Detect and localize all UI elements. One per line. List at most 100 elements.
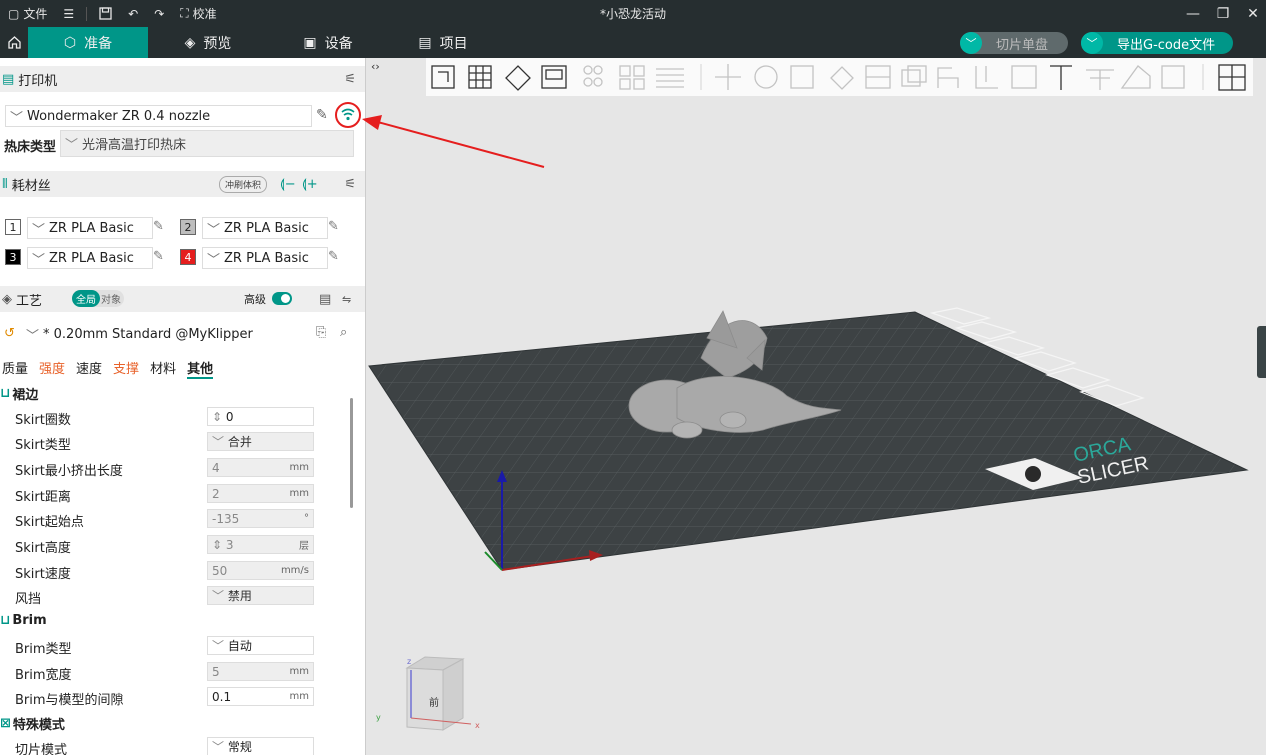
wifi-connect-icon[interactable] (334, 101, 362, 129)
svg-text:x: x (475, 721, 480, 730)
flush-volume-button[interactable]: 冲刷体积 (219, 176, 268, 193)
tab-process-4[interactable]: 材料 (150, 358, 176, 379)
tab-preview[interactable]: ◈ 预览 (148, 27, 268, 58)
brim-group-header: ⊔ Brim (0, 613, 47, 628)
skirt-min-extrude-input[interactable]: 4 mm (207, 458, 314, 477)
chevron-down-icon: ﹀ (207, 252, 221, 268)
restore-icon[interactable]: ❐ (1216, 6, 1230, 22)
draft-shield-select[interactable]: ﹀ 禁用 (207, 586, 314, 605)
tab-process-5[interactable]: 其他 (187, 358, 214, 379)
tab-prepare[interactable]: ⬡ 准备 (28, 27, 148, 58)
filament-color-swatch[interactable]: 3 (5, 249, 21, 265)
tab-process-3[interactable]: 支撑 (113, 358, 139, 379)
filament-section-header: ⦀ 耗材丝 冲刷体积 ⟬− ⟬+ ⚟ (0, 171, 365, 197)
edit-icon[interactable]: ✎ (328, 249, 339, 264)
filament-color-swatch[interactable]: 2 (180, 219, 196, 235)
tab-process-1[interactable]: 强度 (39, 358, 65, 379)
skirt-type-select[interactable]: ﹀ 合并 (207, 432, 314, 451)
chevron-down-icon: ﹀ (10, 110, 24, 126)
chevron-down-icon: ﹀ (65, 138, 79, 153)
skirt-height-input[interactable]: ⇕ 3层 (207, 535, 314, 554)
search-icon[interactable]: ⌕ (340, 325, 347, 340)
bed-type-select[interactable]: ﹀ 光滑高温打印热床 (60, 130, 354, 157)
reset-icon[interactable]: ↺ (4, 326, 15, 341)
menu-icon[interactable]: ☰ (55, 7, 82, 21)
slice-plate-button[interactable]: ﹀ 切片单盘 (960, 32, 1068, 54)
undo-icon[interactable]: ↶ (120, 7, 146, 21)
tab-project[interactable]: ▤ 项目 (388, 27, 498, 58)
skirt-start-input[interactable]: -135 ° (207, 509, 314, 528)
chevron-down-icon: ﹀ (1081, 32, 1103, 54)
file-menu[interactable]: ▢ 文件 (0, 5, 55, 22)
list-icon[interactable]: ▤ (319, 292, 331, 307)
svg-text:前: 前 (429, 696, 439, 709)
filament-select[interactable]: ﹀ ZR PLA Basic (27, 247, 153, 269)
filament-icon: ⦀ (2, 176, 8, 192)
process-section-header: ◈ 工艺 全局 对象 高级 ▤ ⇋ (0, 286, 365, 312)
layers-icon: ◈ (184, 34, 196, 51)
settings-sliders-icon[interactable]: ⚟ (344, 177, 356, 192)
chevron-down-icon: ﹀ (32, 222, 46, 238)
title-bar: ▢ 文件 ☰ ↶ ↷ ⛶ 校准 *小恐龙活动 — ❐ ✕ (0, 0, 1266, 27)
slice-mode-select[interactable]: ﹀ 常规 (207, 737, 314, 755)
global-object-toggle[interactable]: 全局 对象 (72, 290, 124, 307)
printer-icon: ▤ (2, 71, 15, 87)
calibrate-menu[interactable]: ⛶ 校准 (172, 5, 224, 22)
filament-select[interactable]: ﹀ ZR PLA Basic (202, 247, 328, 269)
filament-select[interactable]: ﹀ ZR PLA Basic (202, 217, 328, 239)
brim-gap-input[interactable]: 0.1 mm (207, 687, 314, 706)
printer-select[interactable]: ﹀ Wondermaker ZR 0.4 nozzle (5, 105, 312, 127)
filament-color-swatch[interactable]: 4 (180, 249, 196, 265)
skirt-group-header: ⊔ 裙边 (0, 386, 39, 403)
brim-type-select[interactable]: ﹀ 自动 (207, 636, 314, 655)
compare-icon[interactable]: ⇋ (342, 293, 351, 306)
scrollbar[interactable] (350, 398, 353, 508)
tab-process-0[interactable]: 质量 (2, 358, 28, 379)
filament-color-swatch[interactable]: 1 (5, 219, 21, 235)
view-cube[interactable]: 前 z x y (376, 656, 480, 731)
skirt-icon: ⊔ (0, 386, 11, 401)
calibrate-icon: ⛶ (180, 6, 189, 20)
save-icon[interactable] (91, 7, 120, 20)
file-icon: ▢ (8, 6, 20, 21)
filament-select[interactable]: ﹀ ZR PLA Basic (27, 217, 153, 239)
bed-type-label: 热床类型 (4, 140, 57, 155)
save-preset-icon[interactable]: ⎘ (316, 325, 326, 340)
minimize-icon[interactable]: — (1186, 6, 1200, 22)
chevron-down-icon: ﹀ (32, 252, 46, 268)
skirt-distance-input[interactable]: 2 mm (207, 484, 314, 503)
layer-slider-handle[interactable] (1257, 326, 1266, 378)
edit-icon[interactable]: ✎ (328, 219, 339, 234)
chevron-down-icon: ﹀ (207, 222, 221, 238)
special-mode-icon: ⊠ (0, 716, 11, 731)
process-preset-select[interactable]: ﹀ * 0.20mm Standard @MyKlipper (22, 323, 312, 345)
edit-icon[interactable]: ✎ (153, 219, 164, 234)
tab-device[interactable]: ▣ 设备 (268, 27, 388, 58)
settings-sliders-icon[interactable]: ⚟ (344, 72, 356, 87)
brim-icon: ⊔ (0, 613, 11, 628)
cube-icon: ⬡ (63, 34, 77, 51)
special-mode-group-header: ⊠ 特殊模式 (0, 716, 65, 733)
advanced-toggle[interactable] (272, 292, 292, 305)
sidebar: ▤ 打印机 ⚟ ﹀ Wondermaker ZR 0.4 nozzle ✎ 热床… (0, 58, 366, 755)
printer-section-header: ▤ 打印机 ⚟ (0, 66, 365, 92)
tab-process-2[interactable]: 速度 (76, 358, 102, 379)
remove-filament-icon[interactable]: ⟬− (280, 177, 296, 192)
edit-icon[interactable]: ✎ (153, 249, 164, 264)
home-icon (7, 36, 21, 49)
project-icon: ▤ (418, 34, 432, 51)
home-button[interactable] (0, 27, 28, 58)
chevron-down-icon: ﹀ (26, 328, 40, 344)
close-icon[interactable]: ✕ (1246, 6, 1260, 22)
svg-text:y: y (376, 713, 381, 722)
add-filament-icon[interactable]: ⟬+ (302, 177, 318, 192)
divider (86, 6, 88, 21)
brim-width-input[interactable]: 5 mm (207, 662, 314, 681)
main-tab-bar: ⬡ 准备 ◈ 预览 ▣ 设备 ▤ 项目 (0, 27, 1266, 58)
edit-icon[interactable]: ✎ (316, 107, 328, 123)
redo-icon[interactable]: ↷ (146, 7, 172, 21)
device-icon: ▣ (303, 34, 317, 51)
skirt-speed-input[interactable]: 50 mm/s (207, 561, 314, 580)
export-gcode-button[interactable]: ﹀ 导出G-code文件 (1081, 32, 1233, 54)
skirt-loops-input[interactable]: ⇕ 0 (207, 407, 314, 426)
